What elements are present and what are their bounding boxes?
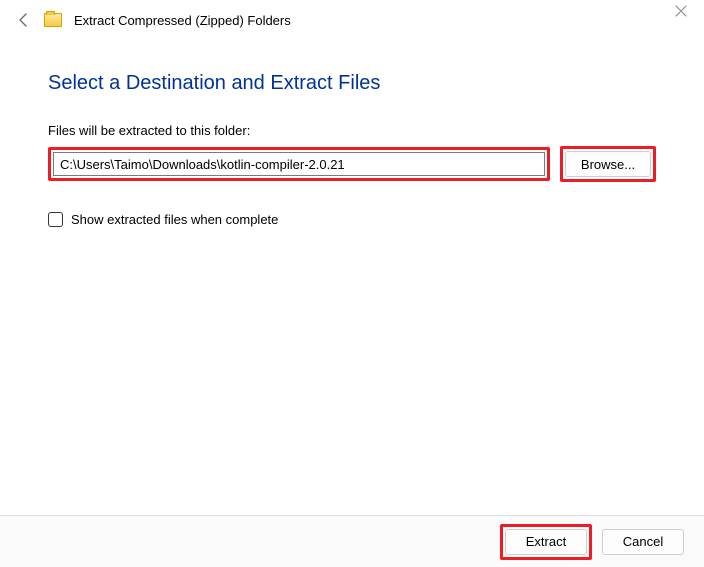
browse-highlight: Browse... bbox=[560, 146, 656, 182]
browse-button[interactable]: Browse... bbox=[565, 151, 651, 177]
path-row: Browse... bbox=[48, 146, 656, 182]
destination-path-input[interactable] bbox=[53, 152, 545, 176]
footer-bar: Extract Cancel bbox=[0, 515, 704, 567]
content-area: Select a Destination and Extract Files F… bbox=[0, 36, 704, 227]
back-arrow-icon[interactable] bbox=[16, 12, 32, 28]
page-heading: Select a Destination and Extract Files bbox=[48, 72, 656, 95]
show-files-checkbox-row: Show extracted files when complete bbox=[48, 212, 656, 227]
extract-highlight: Extract bbox=[500, 524, 592, 560]
show-files-label: Show extracted files when complete bbox=[71, 212, 278, 227]
path-highlight bbox=[48, 147, 550, 181]
close-icon[interactable] bbox=[674, 4, 688, 23]
show-files-checkbox[interactable] bbox=[48, 212, 63, 227]
folder-zip-icon bbox=[44, 13, 62, 27]
cancel-button[interactable]: Cancel bbox=[602, 529, 684, 555]
path-label: Files will be extracted to this folder: bbox=[48, 123, 656, 138]
window-title: Extract Compressed (Zipped) Folders bbox=[74, 13, 291, 28]
extract-button[interactable]: Extract bbox=[505, 529, 587, 555]
title-bar: Extract Compressed (Zipped) Folders bbox=[0, 0, 704, 36]
